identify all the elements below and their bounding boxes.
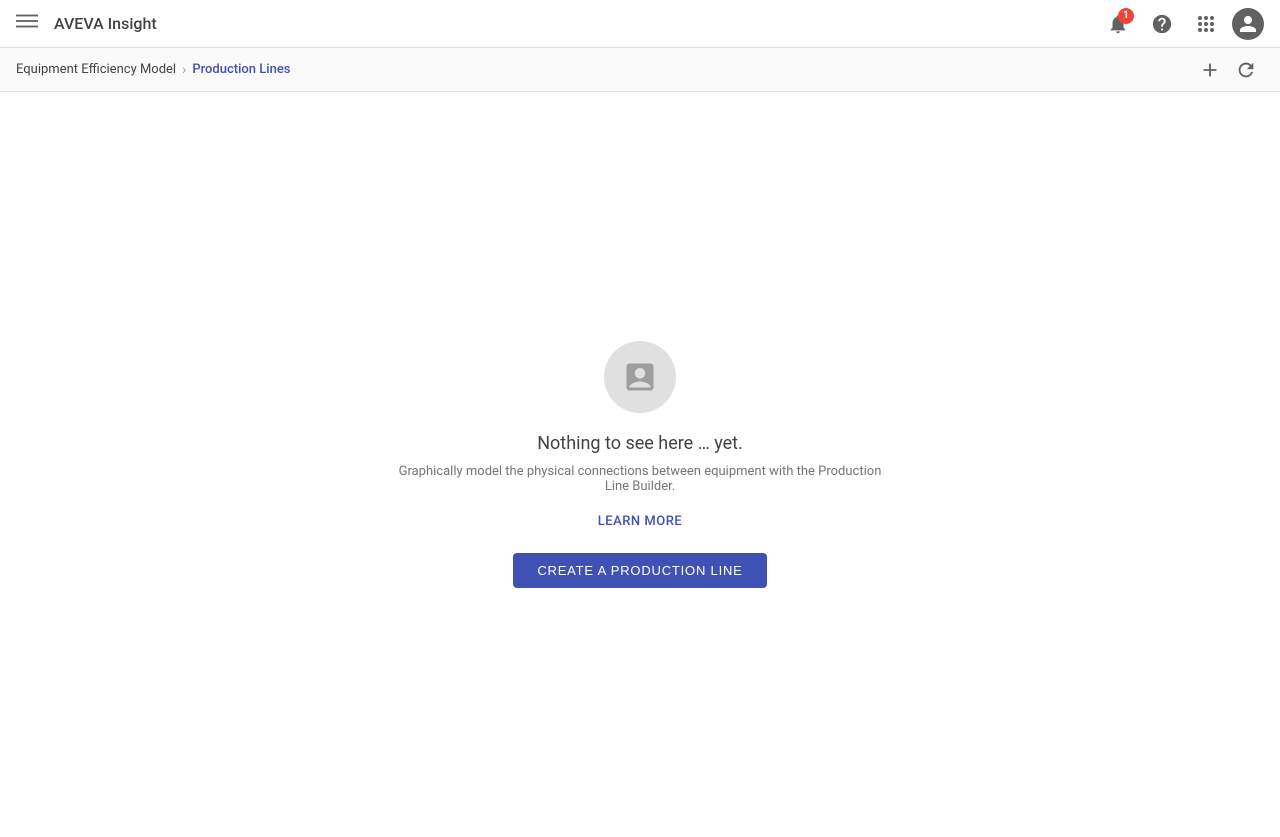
notification-badge: 1 [1118, 8, 1134, 24]
notification-button[interactable]: 1 [1100, 6, 1136, 42]
add-button[interactable] [1192, 52, 1228, 88]
breadcrumb-bar: Equipment Efficiency Model › Production … [0, 48, 1280, 92]
main-content: Nothing to see here … yet. Graphically m… [0, 92, 1280, 837]
refresh-button[interactable] [1228, 52, 1264, 88]
empty-title: Nothing to see here … yet. [537, 433, 743, 454]
apps-button[interactable] [1188, 6, 1224, 42]
learn-more-link[interactable]: LEARN MORE [598, 514, 682, 529]
breadcrumb-separator: › [182, 62, 186, 78]
create-production-line-button[interactable]: CREATE A PRODUCTION LINE [513, 553, 766, 588]
help-button[interactable] [1144, 6, 1180, 42]
breadcrumb-current: Production Lines [192, 62, 290, 77]
topbar: AVEVA Insight 1 [0, 0, 1280, 48]
empty-description: Graphically model the physical connectio… [390, 464, 890, 494]
user-avatar[interactable] [1232, 8, 1264, 40]
grid-icon [1198, 16, 1214, 32]
breadcrumb-parent[interactable]: Equipment Efficiency Model [16, 62, 176, 77]
app-logo: AVEVA Insight [54, 14, 1100, 33]
empty-state-icon [604, 341, 676, 413]
menu-icon[interactable] [16, 10, 38, 37]
topbar-actions: 1 [1100, 6, 1264, 42]
